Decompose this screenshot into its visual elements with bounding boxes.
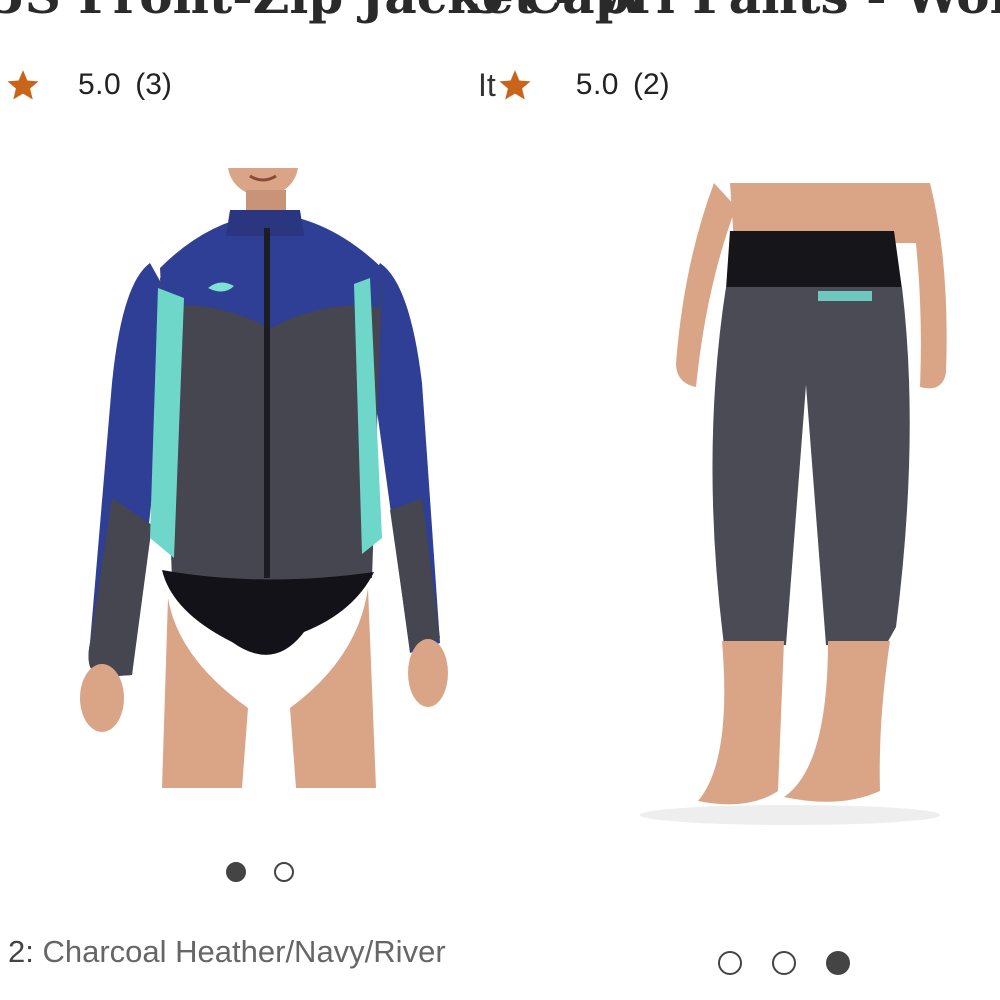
- color-label: 2: Charcoal Heather/Navy/River: [8, 934, 446, 970]
- color-name: Charcoal Heather/Navy/River: [42, 934, 446, 969]
- rating-count: (2): [633, 68, 670, 101]
- rating-score: 5.0: [575, 68, 619, 101]
- rating-pants[interactable]: It 5.0 (2): [478, 60, 670, 110]
- carousel-dots-pants: [718, 951, 880, 975]
- color-label-prefix: 2:: [8, 934, 34, 969]
- product-image-jacket[interactable]: [50, 168, 490, 788]
- carousel-dot[interactable]: [718, 951, 742, 975]
- carousel-dot[interactable]: [826, 951, 850, 975]
- carousel-dot[interactable]: [226, 862, 246, 882]
- product-image-pants[interactable]: [630, 183, 960, 843]
- carousel-dot[interactable]: [274, 862, 294, 882]
- carousel-dots-jacket: [226, 862, 322, 882]
- truncated-text: It: [478, 66, 496, 103]
- rating-score: 5.0: [78, 68, 122, 101]
- product-title-pants[interactable]: '5 Capri Pants - Wom: [455, 0, 1000, 26]
- carousel-dot[interactable]: [772, 951, 796, 975]
- rating-jacket[interactable]: 5.0 (3): [6, 60, 172, 110]
- star-icon: [499, 70, 531, 100]
- rating-count: (3): [135, 68, 172, 101]
- star-icon: [7, 70, 39, 100]
- product-title-row: 5S Front-Zip Jacket - W '5 Capri Pants -…: [0, 0, 1000, 26]
